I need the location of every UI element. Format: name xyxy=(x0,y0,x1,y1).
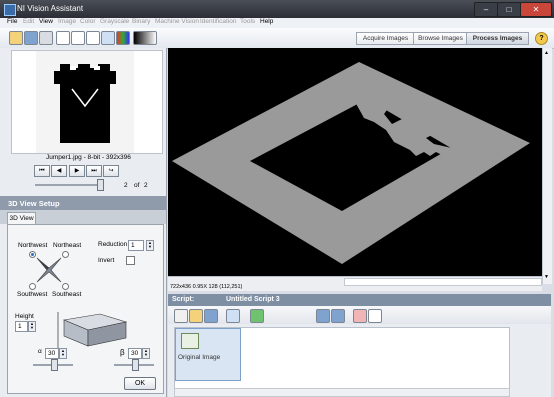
beta-label: β xyxy=(120,348,125,357)
thumbnail-image xyxy=(36,51,134,153)
alpha-spinner[interactable]: ▲ ▼ xyxy=(59,348,67,359)
toolbar: Acquire Images Browse Images Process Ima… xyxy=(0,28,554,49)
height-spinner[interactable]: ▲ ▼ xyxy=(28,321,36,332)
invert-checkbox[interactable] xyxy=(126,256,135,265)
menu-view[interactable]: View xyxy=(39,18,53,25)
thumbnail-frame[interactable] xyxy=(11,50,163,154)
palette-icon[interactable] xyxy=(116,31,130,45)
setup-header: 3D View Setup xyxy=(0,196,166,210)
southwest-label: Southwest xyxy=(17,291,48,298)
window-title: NI Vision Assistant xyxy=(17,4,84,13)
menu-help[interactable]: Help xyxy=(260,18,273,25)
scroll-up-icon[interactable]: ▲ xyxy=(544,50,549,56)
ok-button[interactable]: OK xyxy=(124,377,156,390)
last-image-button[interactable]: ⏭ xyxy=(86,165,102,177)
southeast-radio[interactable] xyxy=(62,283,69,290)
northeast-label: Northeast xyxy=(53,242,82,249)
open-image-icon[interactable] xyxy=(9,31,23,45)
3d-view-render xyxy=(172,62,530,264)
next-image-button[interactable]: ▶ xyxy=(69,165,85,177)
grayscale-palette-icon[interactable] xyxy=(133,31,157,45)
beta-slider-thumb[interactable] xyxy=(132,359,139,371)
scroll-down-icon[interactable]: ▼ xyxy=(544,274,549,280)
close-button[interactable]: ✕ xyxy=(520,2,552,17)
alpha-slider-thumb[interactable] xyxy=(51,359,58,371)
script-label: Script: xyxy=(172,296,195,303)
reduction-input[interactable]: 1 xyxy=(128,240,144,251)
alpha-label: α xyxy=(38,348,42,355)
process-images-button[interactable]: Process Images xyxy=(466,32,529,45)
menu-identification[interactable]: Identification xyxy=(200,18,237,25)
southwest-radio[interactable] xyxy=(29,283,36,290)
open-script-icon[interactable] xyxy=(189,309,203,323)
script-header: Script: Untitled Script 3 xyxy=(168,294,551,306)
browse-images-button[interactable]: Browse Images xyxy=(413,32,468,45)
first-image-button[interactable]: ⏮ xyxy=(34,165,50,177)
script-properties-icon[interactable] xyxy=(368,309,382,323)
menu-tools[interactable]: Tools xyxy=(240,18,255,25)
original-image-step[interactable]: Original Image xyxy=(175,328,241,381)
print-icon[interactable] xyxy=(39,31,53,45)
new-script-icon[interactable] xyxy=(174,309,188,323)
reduction-label: Reduction xyxy=(98,241,128,248)
page-current: 2 xyxy=(124,182,128,189)
original-image-label: Original Image xyxy=(178,354,221,361)
orientation-box-icon xyxy=(57,312,128,348)
direction-compass-icon xyxy=(36,257,62,283)
title-bar: NI Vision Assistant – □ ✕ xyxy=(0,0,554,18)
script-horizontal-scrollbar[interactable] xyxy=(174,388,510,397)
script-name: Untitled Script 3 xyxy=(226,296,280,303)
zoom-1to1-icon[interactable] xyxy=(101,31,115,45)
delete-step-icon[interactable] xyxy=(353,309,367,323)
zoom-out-icon[interactable] xyxy=(71,31,85,45)
menu-grayscale[interactable]: Grayscale xyxy=(100,18,129,25)
menu-color[interactable]: Color xyxy=(80,18,96,25)
invert-label: Invert xyxy=(98,257,115,264)
original-image-icon xyxy=(181,333,199,349)
loop-button[interactable]: ↪ xyxy=(103,165,119,177)
script-toolbar xyxy=(168,306,551,325)
height-label: Height xyxy=(15,313,34,320)
image-slider-track[interactable] xyxy=(35,184,103,186)
save-icon[interactable] xyxy=(24,31,38,45)
menu-edit[interactable]: Edit xyxy=(23,18,34,25)
viewer-horizontal-scrollbar[interactable] xyxy=(344,278,542,286)
menu-file[interactable]: File xyxy=(7,18,17,25)
page-of: of xyxy=(134,182,140,189)
menu-binary[interactable]: Binary xyxy=(132,18,150,25)
northwest-label: Northwest xyxy=(18,242,48,249)
thumbnail-caption: Jumper1.jpg - 8-bit - 392x396 xyxy=(46,154,131,161)
page-total: 2 xyxy=(144,182,148,189)
app-icon xyxy=(4,4,16,16)
height-input[interactable]: 1 xyxy=(15,321,28,332)
viewer-vertical-scrollbar[interactable]: ▲ ▼ xyxy=(542,48,552,284)
viewer-status-bar: 722x436 0.95X 128 (112,251) xyxy=(168,276,542,291)
beta-input[interactable]: 30 xyxy=(128,348,142,359)
southeast-label: Southeast xyxy=(52,291,82,298)
menu-bar: File Edit View Image Color Grayscale Bin… xyxy=(0,18,554,28)
info-icon[interactable] xyxy=(226,309,240,323)
zoom-in-icon[interactable] xyxy=(56,31,70,45)
move-right-icon[interactable] xyxy=(331,309,345,323)
minimize-button[interactable]: – xyxy=(474,2,498,17)
image-slider-thumb[interactable] xyxy=(97,179,104,191)
zoom-fit-icon[interactable] xyxy=(86,31,100,45)
image-info-status: 722x436 0.95X 128 (112,251) xyxy=(170,284,243,290)
help-icon[interactable]: ? xyxy=(535,32,548,45)
move-left-icon[interactable] xyxy=(316,309,330,323)
menu-image[interactable]: Image xyxy=(58,18,76,25)
menu-machine-vision[interactable]: Machine Vision xyxy=(155,18,199,25)
run-once-icon[interactable] xyxy=(250,309,264,323)
save-script-icon[interactable] xyxy=(204,309,218,323)
acquire-images-button[interactable]: Acquire Images xyxy=(356,32,415,45)
maximize-button[interactable]: □ xyxy=(497,2,521,17)
reduction-spinner[interactable]: ▲ ▼ xyxy=(146,240,154,251)
beta-spinner[interactable]: ▲ ▼ xyxy=(142,348,150,359)
prev-image-button[interactable]: ◀ xyxy=(51,165,67,177)
image-viewer[interactable] xyxy=(168,48,542,276)
alpha-input[interactable]: 30 xyxy=(45,348,59,359)
